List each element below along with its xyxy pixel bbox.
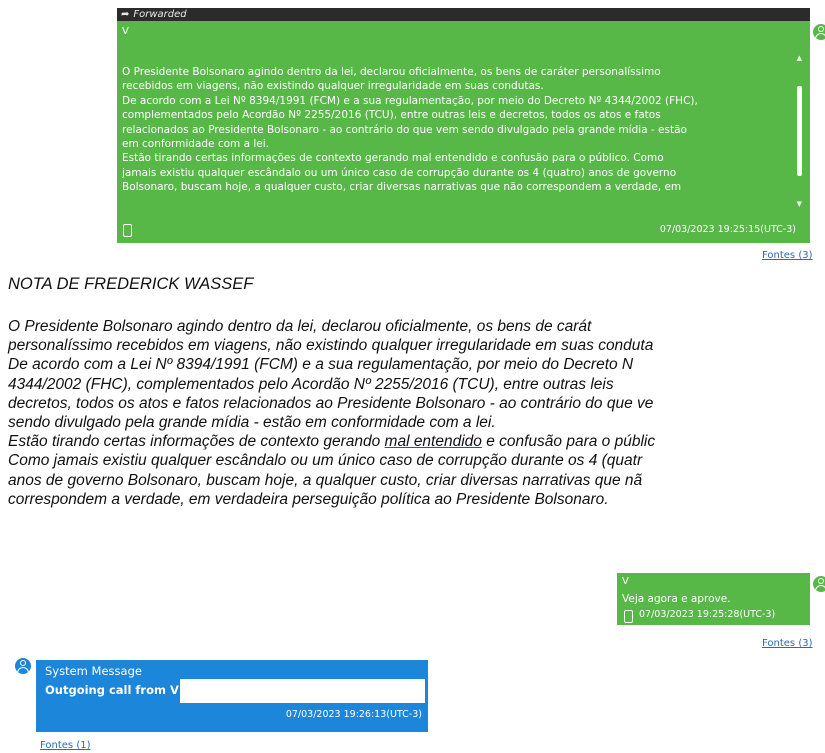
message-text: O Presidente Bolsonaro agindo dentro da … <box>122 65 792 227</box>
message-line: O Presidente Bolsonaro agindo dentro da … <box>122 66 661 78</box>
note-text: Estão tirando certas informações de cont… <box>8 433 385 451</box>
note-line: anos de governo Bolsonaro, buscam hoje, … <box>8 471 643 489</box>
phone-icon <box>624 610 633 623</box>
message-line: recebidos em viagens, não existindo qual… <box>122 80 544 93</box>
message-line: relacionados ao Presidente Bolsonaro - a… <box>122 123 687 136</box>
note-underlined-text: mal entendido <box>384 433 482 451</box>
note-line: sendo divulgado pela grande mídia - estã… <box>8 414 496 432</box>
avatar-icon <box>813 24 825 40</box>
note-line: Estão tirando certas informações de cont… <box>8 432 825 451</box>
message-timestamp: 07/03/2023 19:26:13(UTC-3) <box>285 709 422 720</box>
message-timestamp: 07/03/2023 19:25:28(UTC-3) <box>639 609 776 620</box>
forwarded-label: Forwarded <box>133 9 187 20</box>
note-body: O Presidente Bolsonaro agindo dentro da … <box>8 317 825 509</box>
note-line: Como jamais existiu qualquer escândalo o… <box>8 452 643 470</box>
message-line: De acordo com a Lei Nº 8394/1991 (FCM) e… <box>122 94 698 107</box>
forwarded-header: ➦ Forwarded <box>117 8 810 21</box>
note-line: personalíssimo recebidos em viagens, não… <box>8 337 654 355</box>
message-sender: V <box>122 26 129 37</box>
note-line: De acordo com a Lei Nº 8394/1991 (FCM) e… <box>8 356 634 374</box>
note-title: NOTA DE FREDERICK WASSEF <box>8 275 254 293</box>
note-text: e confusão para o públic <box>481 433 656 451</box>
redacted-box <box>180 679 425 703</box>
forwarded-message-bubble[interactable]: V O Presidente Bolsonaro agindo dentro d… <box>117 21 810 243</box>
system-message-bubble[interactable]: System Message Outgoing call from V 07/0… <box>36 660 428 732</box>
message-timestamp: 07/03/2023 19:25:15(UTC-3) <box>659 224 796 235</box>
sources-link[interactable]: Fontes (1) <box>40 740 90 751</box>
message-line: complementados pelo Acordão Nº 2255/2016… <box>122 109 661 122</box>
message-line: em conformidade com a lei. <box>122 138 270 151</box>
avatar-icon <box>15 658 31 674</box>
message-text: Veja agora e aprove. <box>622 593 731 605</box>
phone-icon <box>123 224 132 237</box>
outgoing-call-text: Outgoing call from V <box>45 683 179 697</box>
sources-link[interactable]: Fontes (3) <box>762 638 812 649</box>
scrollbar-thumb[interactable] <box>797 86 802 176</box>
scroll-down-icon[interactable]: ▼ <box>797 197 802 211</box>
message-line: jamais existiu qualquer escândalo ou um … <box>122 166 677 179</box>
system-message-title: System Message <box>45 664 142 678</box>
message-line: Estão tirando certas informações de cont… <box>122 152 664 165</box>
note-line: decretos, todos os atos e fatos relacion… <box>8 394 654 412</box>
scroll-up-icon[interactable]: ▲ <box>797 51 802 65</box>
message-bubble[interactable]: V Veja agora e aprove. 07/03/2023 19:25:… <box>617 573 810 625</box>
forward-arrow-icon: ➦ <box>121 9 130 20</box>
note-line: correspondem a verdade, em verdadeira pe… <box>8 490 609 508</box>
message-sender: V <box>622 576 629 587</box>
note-line: 4344/2002 (FHC), complementados pelo Aco… <box>8 375 614 393</box>
sources-link[interactable]: Fontes (3) <box>762 250 812 261</box>
avatar-icon <box>813 576 825 592</box>
message-line: Bolsonaro, buscam hoje, a qualquer custo… <box>122 181 682 194</box>
note-line: O Presidente Bolsonaro agindo dentro da … <box>8 318 592 335</box>
